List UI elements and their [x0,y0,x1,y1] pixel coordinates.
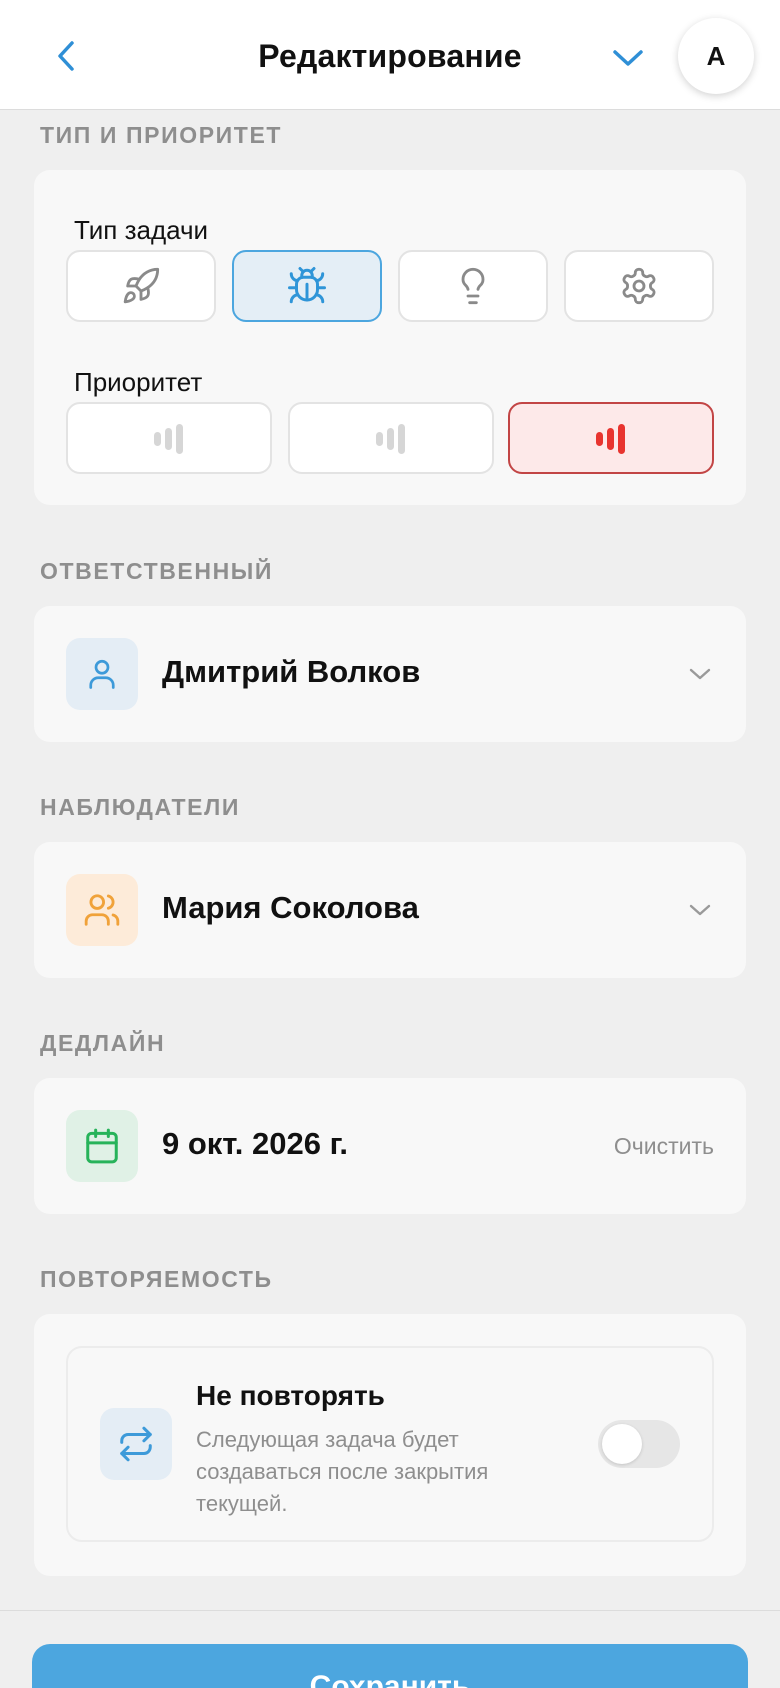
priority-low-button[interactable] [66,402,272,474]
watchers-select[interactable]: Мария Соколова [34,842,746,978]
bug-icon [288,267,326,304]
repeat-icon [120,1426,152,1462]
save-button[interactable]: Сохранить [32,1644,748,1688]
task-type-idea-button[interactable] [398,250,548,322]
chevron-down-icon [613,50,643,66]
clear-deadline-button[interactable]: Очистить [614,1130,714,1162]
section-label-watchers: НАБЛЮДАТЕЛИ [40,794,240,820]
toggle-knob [602,1424,642,1464]
type-priority-card: Тип задачи Приоритет [34,170,746,505]
recurrence-option: Не повторять Следующая задача будет созд… [66,1346,714,1542]
section-label-type-priority: ТИП И ПРИОРИТЕТ [40,122,283,148]
deadline-icon-box [66,1110,138,1182]
collapse-button[interactable] [606,36,650,80]
assignee-select[interactable]: Дмитрий Волков [34,606,746,742]
page-title: Редактирование [258,38,522,74]
rocket-icon [123,267,160,304]
footer-divider [0,1610,780,1611]
top-bar: Редактирование A [0,0,780,110]
task-type-maintenance-button[interactable] [564,250,714,322]
section-label-assignee: ОТВЕТСТВЕННЫЙ [40,558,274,584]
section-label-deadline: ДЕДЛАЙН [40,1030,166,1056]
lightbulb-icon [461,267,485,305]
priority-high-icon [596,424,625,454]
recurrence-description: Следующая задача будет создаваться после… [196,1427,489,1516]
priority-high-button[interactable] [508,402,714,474]
deadline-date: 9 окт. 2026 г. [162,1126,348,1161]
recurrence-toggle[interactable] [598,1420,680,1468]
priority-label: Приоритет [74,367,203,397]
avatar[interactable]: A [678,18,754,94]
priority-medium-button[interactable] [288,402,494,474]
assignee-name: Дмитрий Волков [162,654,421,689]
priority-low-icon [154,424,183,454]
task-type-feature-button[interactable] [66,250,216,322]
deadline-picker[interactable]: 9 окт. 2026 г. Очистить [34,1078,746,1214]
recurrence-title: Не повторять [196,1380,385,1411]
section-label-recurrence: ПОВТОРЯЕМОСТЬ [40,1266,273,1292]
users-icon [84,894,120,926]
assignee-dropdown-toggle[interactable] [684,658,716,690]
chevron-down-icon [689,904,711,916]
gear-icon [622,267,656,305]
watcher-name: Мария Соколова [162,890,419,925]
user-icon [89,659,115,689]
chevron-down-icon [689,668,711,680]
watchers-dropdown-toggle[interactable] [684,894,716,926]
recurrence-card: Не повторять Следующая задача будет созд… [34,1314,746,1576]
task-type-bug-button[interactable] [232,250,382,322]
priority-medium-icon [376,424,405,454]
watchers-icon-box [66,874,138,946]
calendar-icon [86,1128,118,1164]
assignee-icon-box [66,638,138,710]
recurrence-icon-box [100,1408,172,1480]
task-type-label: Тип задачи [74,215,209,245]
